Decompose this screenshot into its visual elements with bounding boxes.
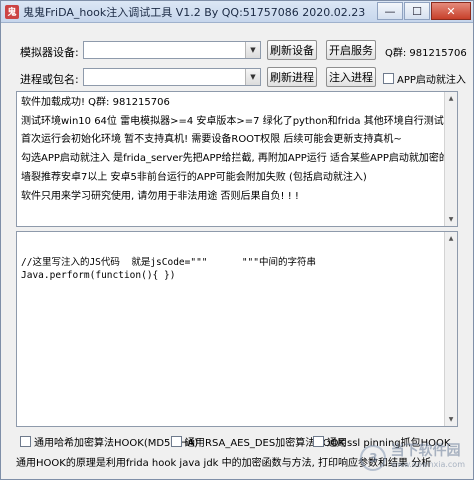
watermark-name: 当下软件园 — [390, 443, 461, 459]
refresh-process-button[interactable]: 刷新进程 — [267, 67, 317, 87]
code-line: Java.perform(function(){ }) — [21, 270, 176, 281]
window-controls: — ☐ ✕ — [376, 2, 471, 20]
simulator-select[interactable]: ▼ — [83, 41, 261, 59]
log-line: 软件只用来学习研究使用, 请勿用于非法用途 否则后果自负! ! ! — [21, 190, 299, 202]
window-title: 鬼鬼FriDA_hook注入调试工具 V1.2 By QQ:51757086 2… — [23, 5, 366, 19]
close-button[interactable]: ✕ — [431, 2, 471, 20]
log-line: 软件加载成功! Q群: 981215706 — [21, 97, 170, 108]
chevron-down-icon: ▼ — [245, 69, 260, 85]
chevron-down-icon: ▼ — [245, 42, 260, 58]
watermark-url: www.downxia.com — [390, 460, 465, 469]
minimize-button[interactable]: — — [377, 2, 403, 20]
title-bar[interactable]: 鬼 鬼鬼FriDA_hook注入调试工具 V1.2 By QQ:51757086… — [1, 1, 473, 23]
log-output[interactable]: 软件加载成功! Q群: 981215706 测试环境win10 64位 雷电模拟… — [16, 91, 458, 227]
code-line: //这里写注入的JS代码 就是jsCode=""" """中间的字符串 — [21, 257, 316, 268]
inject-process-button[interactable]: 注入进程 — [326, 67, 376, 87]
scroll-down-icon[interactable]: ▼ — [445, 413, 457, 426]
watermark-text: 当下软件园 www.downxia.com — [390, 443, 465, 471]
hash-hook-checkbox[interactable] — [20, 436, 31, 447]
refresh-devices-button[interactable]: 刷新设备 — [267, 40, 317, 60]
watermark: 3 当下软件园 www.downxia.com — [360, 443, 465, 471]
maximize-button[interactable]: ☐ — [404, 2, 430, 20]
code-scrollbar[interactable]: ▲ ▼ — [444, 232, 457, 426]
app-autostart-option[interactable]: APP启动就注入 — [383, 71, 466, 86]
qq-group-label: Q群: 981215706 — [385, 48, 467, 59]
start-service-button[interactable]: 开启服务 — [326, 40, 376, 60]
process-select[interactable]: ▼ — [83, 68, 261, 86]
log-line: 首次运行会初始化环境 暂不支持真机! 需要设备ROOT权限 后续可能会更新支持真… — [21, 134, 402, 146]
crypto-hook-checkbox[interactable] — [171, 436, 182, 447]
scroll-up-icon[interactable]: ▲ — [445, 232, 457, 245]
log-line: 勾选APP启动就注入 是frida_server先把APP给拦截, 再附加APP… — [21, 153, 458, 165]
scroll-down-icon[interactable]: ▼ — [445, 213, 457, 226]
js-code-editor[interactable]: //这里写注入的JS代码 就是jsCode=""" """中间的字符串 Java… — [16, 231, 458, 427]
watermark-logo-icon: 3 — [360, 445, 387, 471]
app-window: 鬼 鬼鬼FriDA_hook注入调试工具 V1.2 By QQ:51757086… — [0, 0, 474, 480]
log-scrollbar[interactable]: ▲ ▼ — [444, 92, 457, 226]
log-line: 测试环境win10 64位 雷电模拟器>=4 安卓版本>=7 绿化了python… — [21, 115, 444, 127]
log-line: 墙裂推荐安卓7以上 安卓5非前台运行的APP可能会附加失败 (包括启动就注入) — [21, 171, 367, 183]
process-label: 进程或包名: — [20, 73, 79, 86]
log-lines: 软件加载成功! Q群: 981215706 测试环境win10 64位 雷电模拟… — [17, 92, 457, 206]
app-autostart-label: APP启动就注入 — [397, 75, 466, 86]
simulator-label: 模拟器设备: — [20, 46, 79, 59]
scroll-up-icon[interactable]: ▲ — [445, 92, 457, 105]
app-icon: 鬼 — [5, 4, 19, 19]
ssl-hook-checkbox[interactable] — [313, 436, 324, 447]
app-autostart-checkbox[interactable] — [383, 73, 394, 84]
